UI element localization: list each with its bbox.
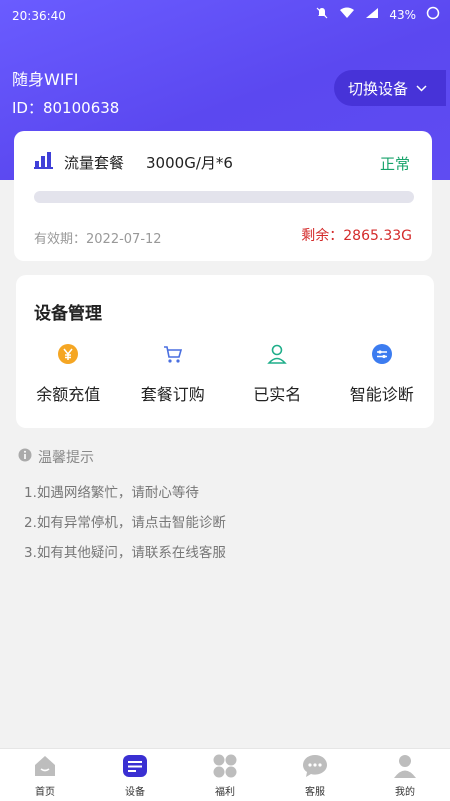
cart-icon <box>162 343 184 365</box>
switch-device-button[interactable]: 切换设备 <box>334 70 446 106</box>
grid-icon <box>212 753 238 779</box>
home-icon <box>32 753 58 779</box>
diagnosis-icon <box>371 343 393 365</box>
status-time: 20:36:40 <box>12 9 66 23</box>
diagnosis-button[interactable]: 智能诊断 <box>330 343 435 405</box>
user-verified-icon <box>266 343 288 365</box>
battery-icon <box>426 6 440 23</box>
bar-chart-icon <box>34 151 54 173</box>
mute-icon <box>315 6 329 23</box>
chat-icon <box>302 753 328 779</box>
tab-benefits-label: 福利 <box>215 787 235 798</box>
tab-home[interactable]: 首页 <box>0 749 90 801</box>
tab-service-label: 客服 <box>305 787 325 798</box>
tip-item: 1.如遇网络繁忙，请耐心等待 <box>24 485 199 501</box>
tips-title: 温馨提示 <box>38 450 94 466</box>
info-icon <box>18 448 32 466</box>
recharge-label: 余额充值 <box>36 385 101 404</box>
tab-service[interactable]: 客服 <box>270 749 360 801</box>
device-icon <box>122 753 148 779</box>
signal-icon <box>365 7 379 22</box>
plan-value: 3000G/月*6 <box>146 153 233 172</box>
management-title: 设备管理 <box>34 304 102 324</box>
chevron-down-icon <box>416 81 427 96</box>
tip-item: 3.如有其他疑问，请联系在线客服 <box>24 545 226 561</box>
device-management-card: 设备管理 余额充值 套餐订购 已实名 智能诊断 <box>16 275 434 428</box>
management-grid: 余额充值 套餐订购 已实名 智能诊断 <box>16 343 434 405</box>
status-badge: 正常 <box>379 155 410 173</box>
battery-text: 43% <box>389 7 416 22</box>
tab-device[interactable]: 设备 <box>90 749 180 801</box>
plan-title: 流量套餐 <box>64 153 125 172</box>
tab-device-label: 设备 <box>125 787 145 798</box>
plan-expire-date: 有效期：2022-07-12 <box>34 232 162 247</box>
tips-section: 温馨提示 1.如遇网络繁忙，请耐心等待 2.如有异常停机，请点击智能诊断 3.如… <box>18 447 438 561</box>
plan-order-button[interactable]: 套餐订购 <box>121 343 226 405</box>
bottom-tab-bar: 首页 设备 福利 客服 我的 <box>0 748 450 801</box>
switch-device-label: 切换设备 <box>348 79 409 98</box>
profile-icon <box>392 753 418 779</box>
status-bar: 20:36:40 43% <box>0 0 450 32</box>
tip-item: 2.如有异常停机，请点击智能诊断 <box>24 515 226 531</box>
usage-progress-bar <box>34 191 414 203</box>
wifi-icon <box>339 7 355 22</box>
plan-remaining: 剩余：2865.33G <box>301 228 412 244</box>
tab-home-label: 首页 <box>35 787 55 798</box>
plan-order-label: 套餐订购 <box>140 385 205 404</box>
status-icons: 43% <box>315 6 440 23</box>
verified-label: 已实名 <box>253 385 302 404</box>
device-name: 随身WIFI <box>12 70 79 89</box>
tab-profile[interactable]: 我的 <box>360 749 450 801</box>
verified-button[interactable]: 已实名 <box>225 343 330 405</box>
tab-profile-label: 我的 <box>395 787 415 798</box>
device-id: ID：80100638 <box>12 99 120 117</box>
diagnosis-label: 智能诊断 <box>349 385 414 404</box>
tab-benefits[interactable]: 福利 <box>180 749 270 801</box>
plan-card[interactable]: 流量套餐 3000G/月*6 正常 有效期：2022-07-12 剩余：2865… <box>14 131 432 261</box>
yen-coin-icon <box>57 343 79 365</box>
recharge-button[interactable]: 余额充值 <box>16 343 121 405</box>
